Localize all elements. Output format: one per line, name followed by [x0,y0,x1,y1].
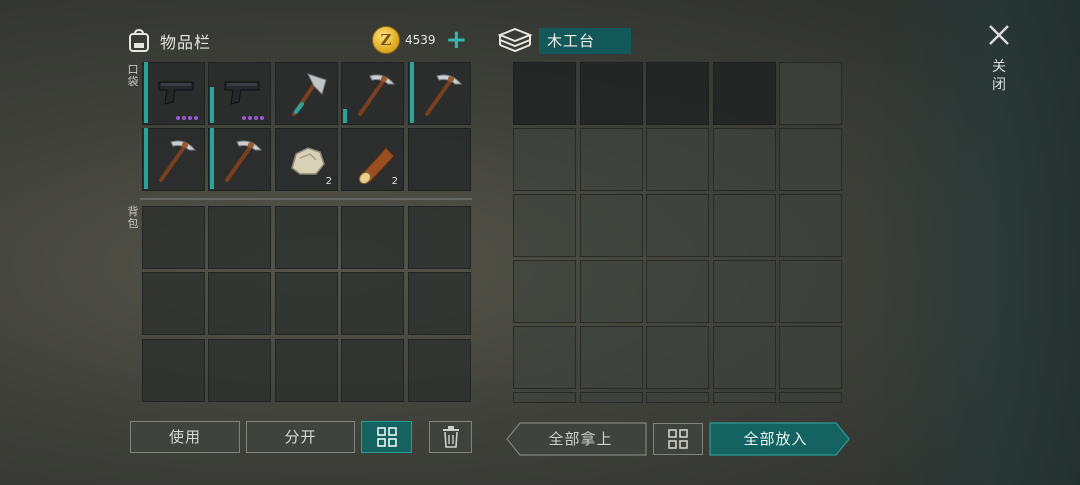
close-label[interactable]: 关闭 [990,58,1008,94]
pocket-slot[interactable] [208,128,271,191]
hatchet-icon [292,73,327,116]
item-count: 2 [391,176,398,187]
add-currency-button[interactable]: + [446,27,468,53]
currency-box: Z 4539 + [372,26,467,54]
backpack-slot[interactable] [275,339,338,402]
workbench-slot[interactable] [580,128,643,191]
workbench-slot[interactable] [713,128,776,191]
workbench-slot[interactable] [713,194,776,257]
workbench-slot[interactable] [779,392,842,403]
trash-icon [442,426,459,448]
backpack-slot[interactable] [341,339,404,402]
right-panel-shade [860,0,1080,485]
pocket-label: 口袋 [127,63,139,88]
workbench-slot[interactable] [779,194,842,257]
durability-dots [176,116,198,120]
pistol-icon [224,81,260,105]
workbench-slot[interactable] [580,392,643,403]
workbench-slot[interactable] [646,326,709,389]
put-all-button[interactable]: 全部放入 [709,422,850,456]
pocket-slot[interactable] [408,128,471,191]
backpack-slot[interactable] [408,339,471,402]
workbench-title: 木工台 [539,28,631,54]
workbench-header: 木工台 [497,26,631,56]
pocket-slot[interactable]: 2 [341,128,404,191]
grid-icon [376,427,397,447]
pickaxe-icon [159,140,197,182]
pickaxe-icon [225,140,263,182]
workbench-slot[interactable] [779,128,842,191]
durability-dots [242,116,264,120]
backpack-slot[interactable] [142,272,205,335]
workbench-slot[interactable] [513,392,576,403]
workbench-slot[interactable] [646,260,709,323]
workbench-slot[interactable] [513,62,576,125]
pistol-icon [158,81,194,105]
backpack-slot[interactable] [208,339,271,402]
take-all-label: 全部拿上 [548,430,613,448]
workbench-slot[interactable] [646,62,709,125]
put-all-label: 全部放入 [743,430,808,448]
workbench-slot[interactable] [646,392,709,403]
trash-button[interactable] [429,421,472,453]
backpack-slot[interactable] [142,206,205,269]
workbench-slot[interactable] [646,194,709,257]
backpack-slot[interactable] [408,206,471,269]
grid-sort-button-right[interactable] [653,423,703,455]
grid-icon [668,429,688,449]
backpack-icon [129,28,149,52]
take-all-button[interactable]: 全部拿上 [506,422,647,456]
workbench-slot[interactable] [646,128,709,191]
close-icon[interactable] [984,20,1014,50]
grid-sort-button[interactable] [361,421,412,453]
workbench-slot[interactable] [713,260,776,323]
pocket-slot[interactable] [142,128,205,191]
backpack-slot[interactable] [341,206,404,269]
backpack-label: 背包 [127,205,139,230]
workbench-icon [497,27,533,53]
pocket-slot[interactable] [408,62,471,125]
workbench-slot[interactable] [713,326,776,389]
pocket-slot[interactable] [142,62,205,125]
workbench-slot[interactable] [779,62,842,125]
workbench-slot[interactable] [513,326,576,389]
pickaxe-icon [425,74,463,116]
backpack-slot[interactable] [341,272,404,335]
workbench-slot[interactable] [713,392,776,403]
pocket-slot[interactable] [275,62,338,125]
split-button[interactable]: 分开 [246,421,355,453]
use-button[interactable]: 使用 [130,421,240,453]
inventory-title: 物品栏 [160,33,212,52]
workbench-slot[interactable] [580,260,643,323]
coin-amount: 4539 [405,33,436,47]
coin-icon: Z [372,26,400,54]
workbench-slot[interactable] [580,62,643,125]
backpack-slot[interactable] [142,339,205,402]
workbench-slot[interactable] [779,326,842,389]
backpack-slot[interactable] [208,206,271,269]
pocket-slot[interactable]: 2 [275,128,338,191]
item-count: 2 [325,176,332,187]
workbench-slot[interactable] [713,62,776,125]
backpack-slot[interactable] [408,272,471,335]
pocket-slot[interactable] [341,62,404,125]
workbench-slot[interactable] [580,194,643,257]
section-divider [140,198,472,200]
pickaxe-icon [358,74,396,116]
pocket-slot[interactable] [208,62,271,125]
inventory-header: 物品栏 [126,26,211,56]
workbench-slot[interactable] [580,326,643,389]
backpack-slot[interactable] [275,272,338,335]
backpack-slot[interactable] [275,206,338,269]
backpack-slot[interactable] [208,272,271,335]
workbench-slot[interactable] [779,260,842,323]
workbench-slot[interactable] [513,194,576,257]
workbench-slot[interactable] [513,128,576,191]
workbench-slot[interactable] [513,260,576,323]
